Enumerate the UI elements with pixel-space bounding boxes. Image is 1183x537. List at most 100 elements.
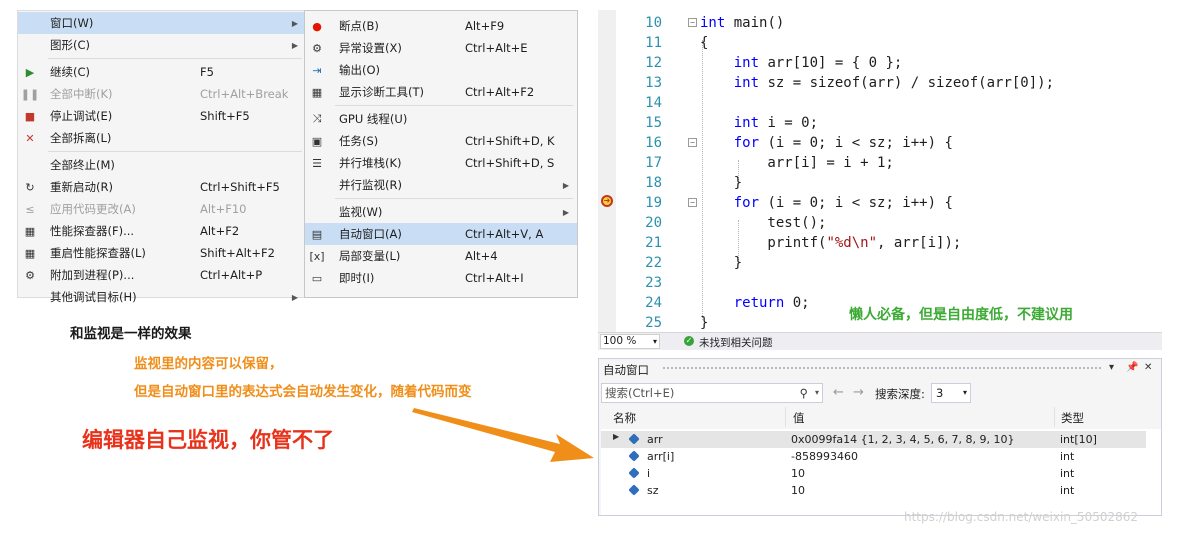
fold-toggle-icon[interactable]: −	[688, 18, 697, 27]
expand-arrow-icon[interactable]: ▶	[613, 432, 619, 441]
code-line[interactable]: 23	[618, 273, 1158, 293]
tasks-icon: ▣	[311, 134, 323, 148]
menu-separator	[48, 58, 302, 59]
debug-menu-item[interactable]: ≤ 应用代码更改(A) Alt+F10	[18, 198, 306, 220]
arrow-shape	[412, 408, 594, 462]
code-line[interactable]: 22 }	[618, 253, 1158, 273]
code-line[interactable]: 20 test();	[618, 213, 1158, 233]
title-grip	[663, 367, 1101, 371]
search-back-icon[interactable]: ←	[833, 385, 844, 400]
code-line[interactable]: 16 − for (i = 0; i < sz; i++) {	[618, 133, 1158, 153]
debug-menu-item[interactable]: 窗口(W) ▶	[18, 12, 306, 34]
fold-toggle-icon[interactable]: −	[688, 138, 697, 147]
window-submenu-item[interactable]: ▣ 任务(S) Ctrl+Shift+D, K	[305, 130, 577, 152]
window-submenu-item-shortcut: Alt+F9	[465, 19, 505, 33]
window-submenu-item[interactable]: ⤨ GPU 线程(U)	[305, 108, 577, 130]
debug-menu-item[interactable]: 图形(C) ▶	[18, 34, 306, 56]
autos-grid-body: ▶ arr 0x0099fa14 {1, 2, 3, 4, 5, 6, 7, 8, …	[601, 429, 1161, 515]
autos-row[interactable]: sz 10 int	[601, 482, 1146, 499]
code-line[interactable]: 11 {	[618, 33, 1158, 53]
annotation-arrow	[412, 408, 594, 462]
restart-icon: ↻	[25, 180, 35, 194]
code-line[interactable]: 21 printf("%d\n", arr[i]);	[618, 233, 1158, 253]
debug-menu-item[interactable]: 其他调试目标(H) ▶	[18, 286, 306, 308]
debug-menu-item[interactable]: ❚❚ 全部中断(K) Ctrl+Alt+Break	[18, 83, 306, 105]
window-submenu-item[interactable]: ● 断点(B) Alt+F9	[305, 15, 577, 37]
window-submenu-item-label: 断点(B)	[339, 19, 379, 33]
close-icon[interactable]: ✕	[1144, 362, 1152, 373]
debug-menu-item[interactable]: ↻ 重新启动(R) Ctrl+Shift+F5	[18, 176, 306, 198]
window-submenu-item-label: 任务(S)	[339, 134, 379, 148]
window-submenu-item-shortcut: Ctrl+Alt+V, A	[465, 227, 544, 241]
window-submenu-item-label: 输出(O)	[339, 63, 381, 77]
window-submenu-item[interactable]: 并行监视(R) ▶	[305, 174, 577, 196]
parallel-stacks-icon: ☰	[312, 156, 322, 170]
annotation-autos-changes: 但是自动窗口里的表达式会自动发生变化，随着代码而变	[134, 384, 472, 400]
debug-menu-item[interactable]: 全部终止(M)	[18, 154, 306, 176]
window-submenu-item[interactable]: ⇥ 输出(O)	[305, 59, 577, 81]
search-input[interactable]: 搜索(Ctrl+E) ⚲ ▾	[601, 383, 823, 403]
menu-separator	[48, 151, 302, 152]
code-line[interactable]: 18 }	[618, 173, 1158, 193]
dropdown-icon[interactable]: ▾	[1109, 362, 1114, 373]
code-line[interactable]: 19 − for (i = 0; i < sz; i++) {	[618, 193, 1158, 213]
debug-menu-item-label: 附加到进程(P)...	[50, 268, 135, 282]
debug-menu-item[interactable]: ✕ 全部拆离(L)	[18, 127, 306, 149]
debug-menu-item[interactable]: ▦ 重启性能探查器(L) Shift+Alt+F2	[18, 242, 306, 264]
window-submenu-item[interactable]: ☰ 并行堆栈(K) Ctrl+Shift+D, S	[305, 152, 577, 174]
code-line[interactable]: 17 arr[i] = i + 1;	[618, 153, 1158, 173]
code-line[interactable]: 12 int arr[10] = { 0 };	[618, 53, 1158, 73]
window-submenu-item[interactable]: ▦ 显示诊断工具(T) Ctrl+Alt+F2	[305, 81, 577, 103]
window-submenu-item[interactable]: ▤ 自动窗口(A) Ctrl+Alt+V, A	[305, 223, 577, 245]
pause-icon: ❚❚	[20, 87, 40, 101]
debug-menu-item[interactable]: ▦ 性能探查器(F)... Alt+F2	[18, 220, 306, 242]
search-placeholder: 搜索(Ctrl+E)	[605, 386, 675, 400]
column-value-header[interactable]: 值	[793, 410, 805, 426]
variable-name: sz	[647, 484, 659, 497]
watermark: https://blog.csdn.net/weixin_50502862	[904, 510, 1139, 524]
column-name-header[interactable]: 名称	[613, 410, 636, 426]
debug-menu-item[interactable]: ■ 停止调试(E) Shift+F5	[18, 105, 306, 127]
variable-value: -858993460	[791, 450, 858, 463]
window-submenu-item-shortcut: Ctrl+Alt+E	[465, 41, 528, 55]
code-text: int main()	[700, 15, 785, 31]
autos-row[interactable]: arr[i] -858993460 int	[601, 448, 1146, 465]
code-line[interactable]: 14	[618, 93, 1158, 113]
autos-row[interactable]: ▶ arr 0x0099fa14 {1, 2, 3, 4, 5, 6, 7, 8, …	[601, 431, 1146, 448]
window-submenu-item[interactable]: 监视(W) ▶	[305, 201, 577, 223]
code-line[interactable]: 10 − int main()	[618, 13, 1158, 33]
code-line[interactable]: 15 int i = 0;	[618, 113, 1158, 133]
fold-toggle-icon[interactable]: −	[688, 198, 697, 207]
code-editor[interactable]: ➜ 10− int main() 11{12 int arr[10] = { 0 }…	[598, 10, 1162, 332]
autos-row[interactable]: i 10 int	[601, 465, 1146, 482]
play-icon: ▶	[25, 65, 35, 79]
search-depth-select[interactable]: 3 ▾	[931, 383, 971, 403]
pin-icon[interactable]: 📌	[1126, 362, 1138, 373]
line-number: 19	[645, 195, 662, 211]
debug-menu-item-label: 图形(C)	[50, 38, 91, 52]
window-submenu-item[interactable]: ▭ 即时(I) Ctrl+Alt+I	[305, 267, 577, 289]
search-forward-icon[interactable]: →	[853, 385, 864, 400]
window-submenu-item[interactable]: ⚙ 异常设置(X) Ctrl+Alt+E	[305, 37, 577, 59]
code-line[interactable]: 13 int sz = sizeof(arr) / sizeof(arr[0])…	[618, 73, 1158, 93]
chevron-down-icon[interactable]: ▾	[815, 384, 819, 402]
column-divider[interactable]	[785, 407, 786, 427]
issues-status[interactable]: 未找到相关问题	[699, 335, 773, 350]
window-submenu-item[interactable]: [x] 局部变量(L) Alt+4	[305, 245, 577, 267]
line-number: 20	[645, 215, 662, 231]
debug-menu-item[interactable]: ▶ 继续(C) F5	[18, 61, 306, 83]
window-submenu-item-shortcut: Ctrl+Shift+D, K	[465, 134, 555, 148]
code-text: {	[700, 35, 709, 51]
breakpoint-margin[interactable]	[598, 10, 616, 332]
code-text: test();	[700, 215, 827, 231]
column-divider[interactable]	[1054, 407, 1055, 427]
search-icon[interactable]: ⚲	[800, 384, 808, 402]
window-submenu-item-label: 监视(W)	[339, 205, 383, 219]
column-type-header[interactable]: 类型	[1061, 410, 1084, 426]
breakpoint-icon: ●	[312, 19, 322, 33]
debug-menu-item[interactable]: ⚙ 附加到进程(P)... Ctrl+Alt+P	[18, 264, 306, 286]
autos-titlebar[interactable]: 自动窗口 ▾ 📌 ✕	[599, 359, 1161, 379]
chevron-down-icon: ▾	[652, 337, 657, 346]
debug-menu-item-label: 全部拆离(L)	[50, 131, 112, 145]
zoom-dropdown[interactable]: 100 % ▾	[600, 334, 660, 349]
